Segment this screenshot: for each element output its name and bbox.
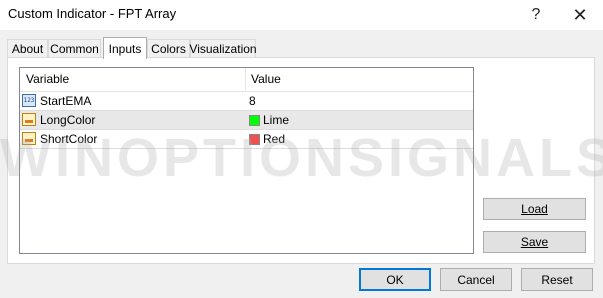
inputs-grid[interactable]: Variable Value 123 StartEMA 8 LongColor …: [19, 67, 474, 254]
tab-about[interactable]: About: [7, 39, 48, 57]
close-icon: ✕: [572, 4, 588, 25]
close-button[interactable]: ✕: [560, 2, 600, 28]
column-header-variable[interactable]: Variable: [26, 72, 69, 86]
row-variable-name: StartEMA: [40, 94, 92, 108]
tab-inputs[interactable]: Inputs: [103, 37, 147, 59]
row-value-text: Red: [263, 132, 286, 146]
color-icon: [22, 113, 36, 126]
reset-button[interactable]: Reset: [521, 268, 593, 291]
color-swatch: [249, 133, 260, 145]
cancel-button[interactable]: Cancel: [440, 268, 512, 291]
load-button[interactable]: Load: [483, 198, 586, 220]
load-button-label: Load: [521, 202, 548, 216]
row-variable-name: LongColor: [40, 113, 96, 127]
help-icon: ?: [531, 6, 541, 23]
help-button[interactable]: ?: [516, 2, 556, 28]
title-bar: Custom Indicator - FPT Array ? ✕: [0, 0, 603, 30]
row-value-text: 8: [249, 94, 256, 108]
row-value[interactable]: Red: [249, 132, 285, 146]
column-header-value[interactable]: Value: [251, 72, 281, 86]
window-title: Custom Indicator - FPT Array: [8, 6, 177, 21]
grid-header: Variable Value: [20, 68, 473, 92]
integer-icon: 123: [22, 94, 36, 107]
column-divider[interactable]: [245, 68, 246, 90]
table-row[interactable]: 123 StartEMA 8: [20, 92, 473, 111]
tab-common[interactable]: Common: [48, 39, 101, 57]
row-value[interactable]: 8: [249, 94, 256, 108]
save-button[interactable]: Save: [483, 231, 586, 253]
table-row[interactable]: LongColor Lime: [20, 111, 473, 130]
tab-visualization[interactable]: Visualization: [189, 39, 257, 57]
table-row[interactable]: ShortColor Red: [20, 130, 473, 149]
row-value[interactable]: Lime: [249, 113, 289, 127]
color-swatch: [249, 114, 260, 126]
tab-colors[interactable]: Colors: [147, 39, 190, 57]
row-variable-name: ShortColor: [40, 132, 98, 146]
ok-button[interactable]: OK: [359, 268, 431, 291]
save-button-label: Save: [520, 235, 549, 249]
color-icon: [22, 132, 36, 145]
row-value-text: Lime: [263, 113, 290, 127]
